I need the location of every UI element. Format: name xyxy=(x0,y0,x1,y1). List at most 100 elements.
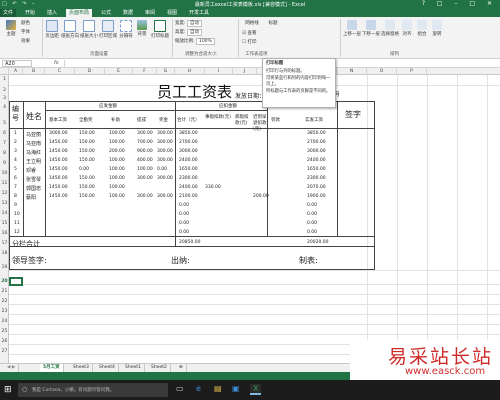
value-cell: 300.00 xyxy=(157,131,173,136)
tab-page-layout[interactable]: 页面布局 xyxy=(66,9,93,17)
file-explorer-icon[interactable]: ▤ xyxy=(214,384,222,393)
column-header[interactable]: C xyxy=(45,68,75,75)
themes-button[interactable]: 主题 xyxy=(3,20,19,37)
selection-pane-button[interactable]: 选择窗格 xyxy=(381,20,399,37)
subheader: 补助 xyxy=(111,118,120,123)
row-header[interactable]: 12 xyxy=(0,191,9,196)
window-controls[interactable]: ? □ – □ ✕ xyxy=(422,0,497,7)
zoom-control[interactable]: 缩放比例: 100% xyxy=(175,38,235,45)
column-header[interactable]: B xyxy=(23,68,45,75)
column-header[interactable]: A xyxy=(9,68,23,75)
sheet-nav-arrows[interactable]: ◀ ▶ xyxy=(4,364,20,372)
column-header[interactable]: F xyxy=(133,68,157,75)
row-header[interactable]: 13 xyxy=(0,201,9,206)
sheet-tab[interactable]: Sheet4 xyxy=(96,364,119,372)
subheader: 实发工资 xyxy=(305,118,323,123)
cortana-search-box[interactable]: ○ 我是 Cortana，小娜。有问题尽管问我。 xyxy=(18,383,168,397)
row-number: 1 xyxy=(14,131,17,136)
print-area-button[interactable]: 打印区域 xyxy=(99,20,117,39)
breaks-button[interactable]: 分隔符 xyxy=(118,20,134,39)
row-header[interactable]: 16 xyxy=(0,231,9,236)
row-header[interactable]: 24 xyxy=(0,319,9,324)
row-header[interactable]: 2 xyxy=(0,88,9,93)
background-icon xyxy=(137,20,147,30)
rotate-button[interactable]: 旋转 xyxy=(430,20,444,37)
row-header[interactable]: 11 xyxy=(0,181,9,186)
sheet-tab[interactable]: Sheet1 xyxy=(122,364,145,372)
sheet-tab[interactable]: Sheet2 xyxy=(148,364,171,372)
windows-start-icon[interactable]: ⊞ xyxy=(4,385,12,395)
row-header[interactable]: 26 xyxy=(0,339,9,344)
row-number: 8 xyxy=(14,194,17,199)
gridlines-view-checkbox[interactable]: ☑ 查看 xyxy=(242,30,262,36)
size-button[interactable]: 纸张大小 xyxy=(80,20,98,39)
orientation-button[interactable]: 纸张方向 xyxy=(61,20,79,39)
row-header[interactable]: 25 xyxy=(0,329,9,334)
fx-icon[interactable]: fx xyxy=(54,60,59,66)
column-header[interactable]: G xyxy=(157,68,175,75)
value-cell: 700.00 xyxy=(137,140,153,145)
row-header[interactable]: 10 xyxy=(0,171,9,176)
fonts-button[interactable]: 字体 xyxy=(21,29,39,35)
row-header[interactable]: 3 xyxy=(0,96,9,101)
tab-review[interactable]: 审阅 xyxy=(142,9,158,17)
column-header[interactable]: H xyxy=(175,68,205,75)
column-header[interactable]: J xyxy=(233,68,257,75)
store-icon[interactable]: ▣ xyxy=(232,384,240,393)
select-all-corner[interactable] xyxy=(0,68,9,75)
edge-icon[interactable]: e xyxy=(196,384,201,393)
row-header[interactable]: 6 xyxy=(0,131,9,136)
row-header[interactable]: 5 xyxy=(0,121,9,126)
column-header[interactable]: I xyxy=(205,68,233,75)
margins-button[interactable]: 页边距 xyxy=(44,20,60,39)
print-titles-button[interactable]: 打印标题 xyxy=(150,20,170,39)
value-cell: 2100.00 xyxy=(179,194,198,199)
tab-view[interactable]: 视图 xyxy=(164,9,180,17)
column-header[interactable]: N xyxy=(337,68,367,75)
send-backward-button[interactable]: 下移一层 xyxy=(362,20,380,37)
row-header[interactable]: 1 xyxy=(0,77,9,82)
task-view-icon[interactable]: ▭ xyxy=(176,384,184,393)
row-header[interactable]: 15 xyxy=(0,221,9,226)
row-header[interactable]: 19 xyxy=(0,265,9,270)
tab-insert[interactable]: 插入 xyxy=(44,9,60,17)
row-header[interactable]: 4 xyxy=(0,105,9,110)
sheet-tab[interactable]: Sheet3 xyxy=(70,364,93,372)
value-cell: 3850.00 xyxy=(179,131,198,136)
tab-formulas[interactable]: 公式 xyxy=(98,9,114,17)
tab-developer[interactable]: 开发工具 xyxy=(186,9,212,17)
row-header[interactable]: 7 xyxy=(0,141,9,146)
background-button[interactable]: 背景 xyxy=(135,20,149,37)
add-sheet-icon[interactable]: ⊕ xyxy=(176,364,187,372)
column-header[interactable]: E xyxy=(105,68,133,75)
width-control[interactable]: 宽度: 自动 xyxy=(175,20,235,27)
column-header[interactable]: D xyxy=(75,68,105,75)
name-box[interactable]: A20 xyxy=(2,60,32,67)
tab-data[interactable]: 数据 xyxy=(120,9,136,17)
row-header[interactable]: 22 xyxy=(0,299,9,304)
gridlines-print-checkbox[interactable]: ☐ 打印 xyxy=(242,39,262,45)
bring-forward-button[interactable]: 上移一层 xyxy=(343,20,361,37)
tab-home[interactable]: 开始 xyxy=(22,9,38,17)
row-header-selected[interactable]: 20 xyxy=(0,279,9,284)
value-cell: 3850.00 xyxy=(307,131,326,136)
row-header[interactable]: 9 xyxy=(0,161,9,166)
active-cell[interactable] xyxy=(9,277,23,286)
column-header[interactable]: O xyxy=(367,68,397,75)
row-header[interactable]: 17 xyxy=(0,241,9,246)
colors-button[interactable]: 颜色 xyxy=(21,20,39,26)
row-header[interactable]: 18 xyxy=(0,251,9,256)
effects-button[interactable]: 效果 xyxy=(21,38,39,44)
height-control[interactable]: 高度: 自动 xyxy=(175,29,235,36)
group-button[interactable]: 组合 xyxy=(415,20,429,37)
align-button[interactable]: 对齐 xyxy=(400,20,414,37)
value-cell: 2300.00 xyxy=(179,176,198,181)
excel-taskbar-icon[interactable]: X xyxy=(250,384,262,395)
row-header[interactable]: 23 xyxy=(0,309,9,314)
row-header[interactable]: 14 xyxy=(0,211,9,216)
row-header[interactable]: 8 xyxy=(0,151,9,156)
tab-file[interactable]: 文件 xyxy=(0,9,17,17)
row-header[interactable]: 21 xyxy=(0,289,9,294)
column-header[interactable]: P xyxy=(397,68,427,75)
row-header[interactable]: 27 xyxy=(0,349,9,354)
